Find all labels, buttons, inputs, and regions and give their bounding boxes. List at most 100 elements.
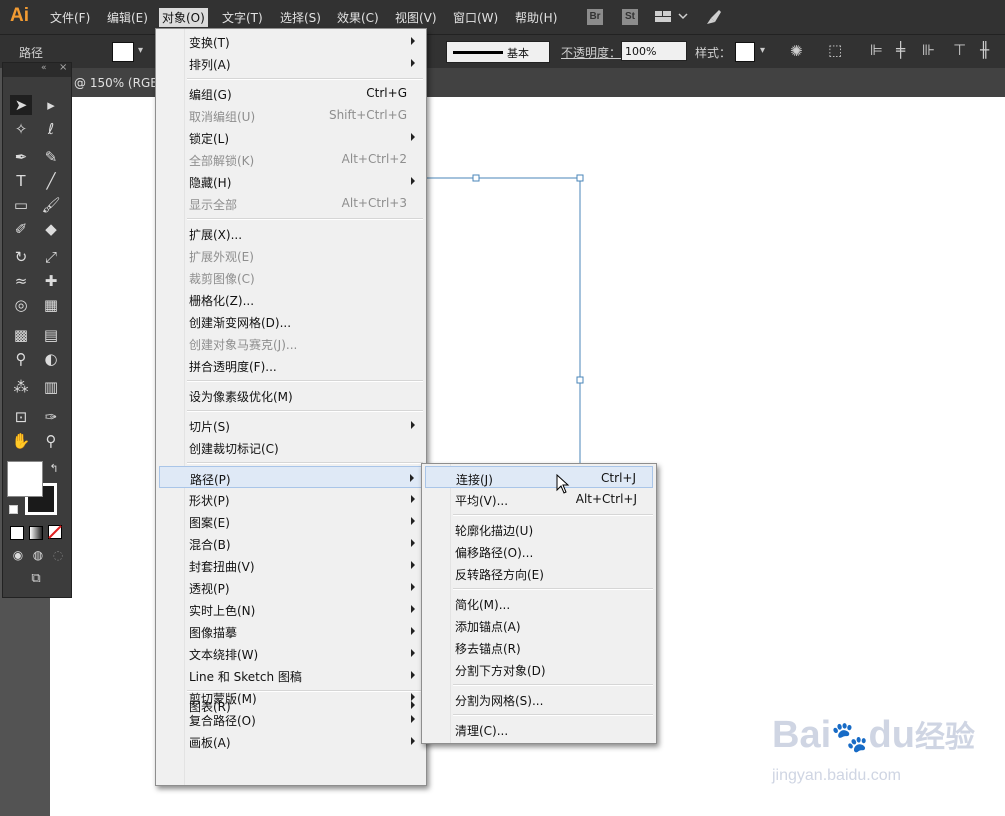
object-menu-item[interactable]: 设为像素级优化(M) [159, 384, 423, 406]
lasso-tool-icon[interactable]: ℓ [40, 119, 62, 139]
menu-select[interactable]: 选择(S) [280, 9, 321, 26]
document-tab-title[interactable]: @ 150% (RGB [74, 76, 159, 90]
symbol-sprayer-tool-icon[interactable]: ⁂ [10, 377, 32, 397]
eraser-tool-icon[interactable]: ◆ [40, 219, 62, 239]
object-menu-item[interactable]: 取消编组(U) Shift+Ctrl+G [159, 104, 423, 126]
object-menu-item[interactable]: 隐藏(H) [159, 170, 423, 192]
perspective-grid-tool-icon[interactable]: ▦ [40, 295, 62, 315]
column-graph-tool-icon[interactable]: ▥ [40, 377, 62, 397]
object-menu-item[interactable]: 编组(G) Ctrl+G [159, 82, 423, 104]
path-submenu-item[interactable]: 轮廓化描边(U) [425, 518, 653, 540]
curvature-tool-icon[interactable]: ✎ [40, 147, 62, 167]
menu-object[interactable]: 对象(O) [159, 8, 208, 27]
object-menu-item[interactable]: 混合(B) [159, 532, 423, 554]
menu-view[interactable]: 视图(V) [395, 9, 437, 26]
color-mode-icon[interactable] [10, 526, 24, 540]
menu-help[interactable]: 帮助(H) [515, 9, 557, 26]
align-left-icon[interactable]: ⊫ [870, 41, 883, 59]
align-right-icon[interactable]: ⊪ [922, 41, 935, 59]
object-menu-item[interactable]: 显示全部 Alt+Ctrl+3 [159, 192, 423, 214]
object-menu-item[interactable]: 画板(A) [159, 730, 423, 752]
gradient-mode-icon[interactable] [29, 526, 43, 540]
stock-button[interactable]: St [622, 9, 638, 25]
object-menu-item[interactable]: 文本绕排(W) [159, 642, 423, 664]
path-submenu-item[interactable]: 分割下方对象(D) [425, 658, 653, 680]
type-tool-icon[interactable]: T [10, 171, 32, 191]
selection-tool-icon[interactable]: ➤ [10, 95, 32, 115]
object-menu-item[interactable]: 路径(P) [159, 466, 423, 488]
menu-file[interactable]: 文件(F) [50, 9, 90, 26]
object-menu-item[interactable]: Line 和 Sketch 图稿 [159, 664, 423, 686]
menu-effect[interactable]: 效果(C) [337, 9, 379, 26]
width-tool-icon[interactable]: ≈ [10, 271, 32, 291]
opacity-input[interactable]: 100% [621, 41, 687, 61]
zoom-tool-icon[interactable]: ⚲ [40, 431, 62, 451]
slice-tool-icon[interactable]: ✑ [40, 407, 62, 427]
line-tool-icon[interactable]: ╱ [40, 171, 62, 191]
object-menu-item[interactable]: 图表(R) [159, 694, 423, 716]
align-to-icon[interactable]: ⬚ [828, 41, 842, 59]
menu-edit[interactable]: 编辑(E) [107, 9, 148, 26]
blend-tool-icon[interactable]: ◐ [40, 349, 62, 369]
rocket-icon[interactable] [705, 8, 723, 26]
artboard-tool-icon[interactable]: ⊡ [10, 407, 32, 427]
object-menu-item[interactable]: 扩展(X)... [159, 222, 423, 244]
gradient-tool-icon[interactable]: ▤ [40, 325, 62, 345]
path-submenu-item[interactable]: 简化(M)... [425, 592, 653, 614]
paintbrush-tool-icon[interactable]: 🖌 [40, 195, 62, 215]
hand-tool-icon[interactable]: ✋ [10, 431, 32, 451]
object-menu-item[interactable]: 拼合透明度(F)... [159, 354, 423, 376]
puppet-warp-tool-icon[interactable]: ✚ [40, 271, 62, 291]
shaper-tool-icon[interactable]: ✐ [10, 219, 32, 239]
object-menu-item[interactable]: 扩展外观(E) [159, 244, 423, 266]
path-submenu-item[interactable]: 反转路径方向(E) [425, 562, 653, 584]
swap-colors-icon[interactable]: ↰ [47, 459, 61, 479]
object-menu-item[interactable]: 全部解锁(K) Alt+Ctrl+2 [159, 148, 423, 170]
align-center-icon[interactable]: ╪ [896, 41, 905, 59]
object-menu-item[interactable]: 排列(A) [159, 52, 423, 74]
pen-tool-icon[interactable]: ✒ [10, 147, 32, 167]
align-top-icon[interactable]: ⊤ [953, 41, 966, 59]
direct-selection-tool-icon[interactable]: ▸ [40, 95, 62, 115]
magic-wand-tool-icon[interactable]: ✧ [10, 119, 32, 139]
align-middle-icon[interactable]: ╫ [980, 41, 989, 59]
object-menu-item[interactable]: 透视(P) [159, 576, 423, 598]
menu-type[interactable]: 文字(T) [222, 9, 263, 26]
object-menu-item[interactable]: 实时上色(N) [159, 598, 423, 620]
tools-panel-header[interactable]: « × [3, 62, 71, 77]
eyedropper-tool-icon[interactable]: ⚲ [10, 349, 32, 369]
chevron-down-icon[interactable]: ▾ [760, 45, 765, 56]
default-colors-icon[interactable] [9, 505, 18, 514]
path-submenu-item[interactable]: 分割为网格(S)... [425, 688, 653, 710]
bridge-button[interactable]: Br [587, 9, 603, 25]
stroke-profile-dropdown[interactable]: 基本 [446, 41, 550, 63]
object-menu-item[interactable]: 锁定(L) [159, 126, 423, 148]
object-menu-item[interactable]: 变换(T) [159, 30, 423, 52]
close-icon[interactable]: × [59, 62, 67, 73]
collapse-icon[interactable]: « [41, 63, 47, 73]
rotate-tool-icon[interactable]: ↻ [10, 247, 32, 267]
object-menu-item[interactable]: 图案(E) [159, 510, 423, 532]
draw-inside-icon[interactable]: ◌ [47, 545, 69, 565]
none-mode-icon[interactable] [48, 525, 62, 539]
mesh-tool-icon[interactable]: ▩ [10, 325, 32, 345]
object-menu-item[interactable]: 创建裁切标记(C) [159, 436, 423, 458]
object-menu-item[interactable]: 切片(S) [159, 414, 423, 436]
chevron-down-icon[interactable]: ▾ [138, 45, 143, 56]
path-submenu-item[interactable]: 连接(J) Ctrl+J [425, 466, 653, 488]
rectangle-tool-icon[interactable]: ▭ [10, 195, 32, 215]
menu-window[interactable]: 窗口(W) [453, 9, 498, 26]
recolor-icon[interactable]: ✺ [790, 42, 803, 60]
path-submenu-item[interactable]: 平均(V)... Alt+Ctrl+J [425, 488, 653, 510]
object-menu-item[interactable]: 栅格化(Z)... [159, 288, 423, 310]
object-menu-item[interactable]: 形状(P) [159, 488, 423, 510]
object-menu-item[interactable]: 创建对象马赛克(J)... [159, 332, 423, 354]
object-menu-item[interactable]: 裁剪图像(C) [159, 266, 423, 288]
style-swatch[interactable] [735, 42, 755, 62]
draw-normal-icon[interactable]: ◉ [7, 545, 29, 565]
object-menu-item[interactable]: 创建渐变网格(D)... [159, 310, 423, 332]
path-submenu-item[interactable]: 添加锚点(A) [425, 614, 653, 636]
draw-behind-icon[interactable]: ◍ [27, 545, 49, 565]
path-submenu-item[interactable]: 移去锚点(R) [425, 636, 653, 658]
fill-color-box[interactable] [7, 461, 43, 497]
